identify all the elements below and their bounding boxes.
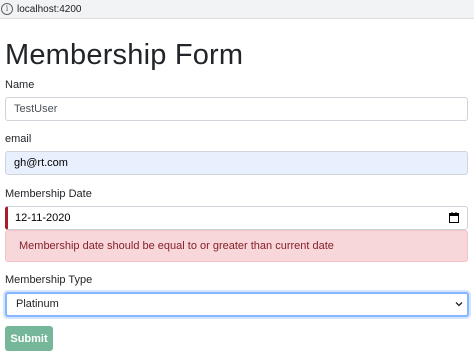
membership-date-value: 12-11-2020 — [15, 212, 71, 224]
name-input[interactable]: TestUser — [5, 97, 468, 121]
email-label: email — [5, 133, 32, 145]
membership-type-select[interactable]: Platinum — [5, 292, 469, 317]
membership-type-selected: Platinum — [16, 298, 59, 310]
membership-type-label: Membership Type — [5, 274, 93, 286]
submit-button[interactable]: Submit — [5, 326, 53, 351]
site-info-icon[interactable]: i — [1, 3, 13, 15]
page-title: Membership Form — [5, 39, 244, 71]
membership-date-label: Membership Date — [5, 188, 92, 200]
chevron-down-icon — [455, 302, 463, 307]
membership-date-error-alert: Membership date should be equal to or gr… — [5, 230, 468, 262]
url-text[interactable]: localhost:4200 — [17, 4, 82, 15]
membership-date-input[interactable]: 12-11-2020 — [5, 206, 468, 230]
name-label: Name — [5, 79, 35, 91]
browser-address-bar[interactable]: i localhost:4200 — [0, 0, 474, 19]
calendar-icon[interactable] — [449, 212, 459, 223]
email-input[interactable]: gh@rt.com — [5, 151, 468, 175]
